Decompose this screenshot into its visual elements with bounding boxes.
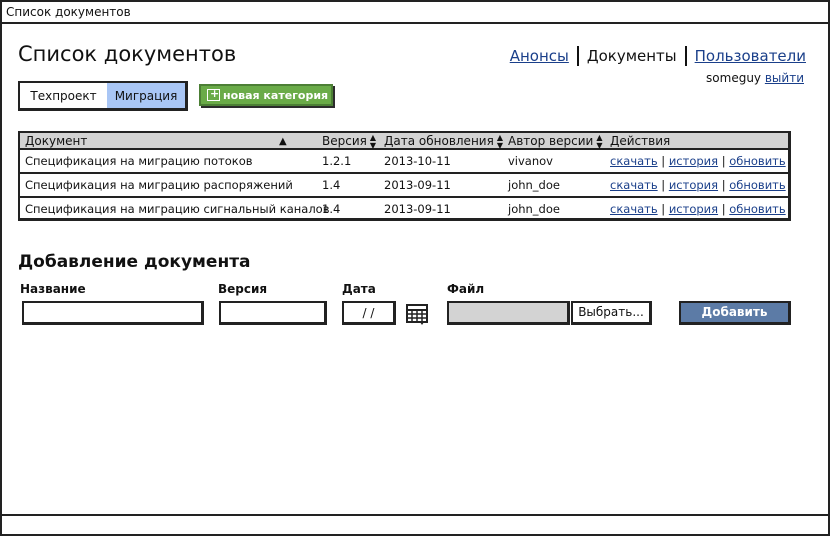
- cell-version: 1.4: [322, 202, 341, 216]
- version-label: Версия: [218, 282, 268, 296]
- nav-link-announcements[interactable]: Анонсы: [510, 47, 569, 65]
- app-window: Список документов Список документов Анон…: [0, 0, 830, 536]
- new-category-label: новая категория: [223, 88, 329, 102]
- cell-version: 1.2.1: [322, 154, 352, 168]
- calendar-icon[interactable]: [406, 303, 428, 325]
- cell-author: john_doe: [508, 202, 560, 216]
- history-link[interactable]: история: [669, 154, 718, 168]
- cell-actions: скачать | история | обновить: [610, 202, 786, 216]
- nav-link-users[interactable]: Пользователи: [695, 47, 806, 65]
- nav-separator: [576, 46, 579, 66]
- update-link[interactable]: обновить: [729, 178, 785, 192]
- table-row: Спецификация на миграцию распоряжений 1.…: [20, 174, 788, 198]
- update-link[interactable]: обновить: [729, 154, 785, 168]
- date-input[interactable]: / /: [342, 301, 396, 325]
- nav-separator: [684, 46, 687, 66]
- cell-document: Спецификация на миграцию потоков: [25, 154, 253, 168]
- cell-date: 2013-09-11: [384, 202, 451, 216]
- table-row: Спецификация на миграцию сигнальный кана…: [20, 198, 788, 222]
- add-icon: [207, 87, 220, 101]
- download-link[interactable]: скачать: [610, 154, 658, 168]
- download-link[interactable]: скачать: [610, 202, 658, 216]
- version-input[interactable]: [219, 301, 327, 325]
- cell-document: Спецификация на миграцию распоряжений: [25, 178, 293, 192]
- file-label: Файл: [447, 282, 485, 296]
- cell-date: 2013-09-11: [384, 178, 451, 192]
- cell-actions: скачать | история | обновить: [610, 178, 786, 192]
- header-document[interactable]: Документ: [25, 133, 87, 150]
- status-bar: [2, 514, 828, 534]
- name-label: Название: [20, 282, 86, 296]
- nav-item-documents[interactable]: Документы: [587, 47, 677, 65]
- username: someguy: [706, 71, 762, 85]
- category-tabs: Техпроект Миграция: [18, 81, 188, 111]
- cell-version: 1.4: [322, 178, 341, 192]
- cell-author: john_doe: [508, 178, 560, 192]
- window-titlebar: Список документов: [2, 2, 828, 24]
- sort-icon: ▲ ▼: [369, 132, 377, 150]
- logout-link[interactable]: выйти: [765, 71, 804, 85]
- header-version[interactable]: Версия ▲ ▼: [322, 133, 376, 150]
- name-input[interactable]: [22, 301, 204, 325]
- header-updated[interactable]: Дата обновления ▲ ▼: [384, 133, 503, 150]
- download-link[interactable]: скачать: [610, 178, 658, 192]
- choose-file-button[interactable]: Выбрать...: [571, 301, 652, 325]
- cell-author: vivanov: [508, 154, 553, 168]
- tab-techproject[interactable]: Техпроект: [20, 83, 107, 108]
- header-actions: Действия: [610, 134, 671, 148]
- sort-icon: ▲ ▼: [496, 132, 503, 150]
- date-label: Дата: [342, 282, 376, 296]
- cell-actions: скачать | история | обновить: [610, 154, 786, 168]
- new-category-button[interactable]: новая категория: [199, 84, 333, 106]
- page-title: Список документов: [18, 42, 237, 66]
- cell-date: 2013-10-11: [384, 154, 451, 168]
- history-link[interactable]: история: [669, 178, 718, 192]
- header-author[interactable]: Автор версии ▲ ▼: [508, 133, 602, 150]
- sort-asc-icon[interactable]: ▲: [279, 133, 287, 150]
- table-row: Спецификация на миграцию потоков 1.2.1 2…: [20, 150, 788, 174]
- top-navigation: Анонсы Документы Пользователи: [510, 46, 806, 66]
- table-header: Документ ▲ Версия ▲ ▼ Дата обновления ▲ ▼ Ав…: [20, 133, 788, 150]
- file-input[interactable]: [447, 301, 570, 325]
- add-document-button[interactable]: Добавить: [679, 301, 791, 325]
- sort-icon: ▲ ▼: [596, 132, 603, 150]
- update-link[interactable]: обновить: [729, 202, 785, 216]
- user-info: someguy выйти: [706, 71, 804, 85]
- cell-document: Спецификация на миграцию сигнальный кана…: [25, 202, 330, 216]
- documents-table: Документ ▲ Версия ▲ ▼ Дата обновления ▲ ▼ Ав…: [18, 131, 791, 221]
- tab-migration[interactable]: Миграция: [107, 83, 185, 108]
- add-document-title: Добавление документа: [18, 252, 251, 272]
- history-link[interactable]: история: [669, 202, 718, 216]
